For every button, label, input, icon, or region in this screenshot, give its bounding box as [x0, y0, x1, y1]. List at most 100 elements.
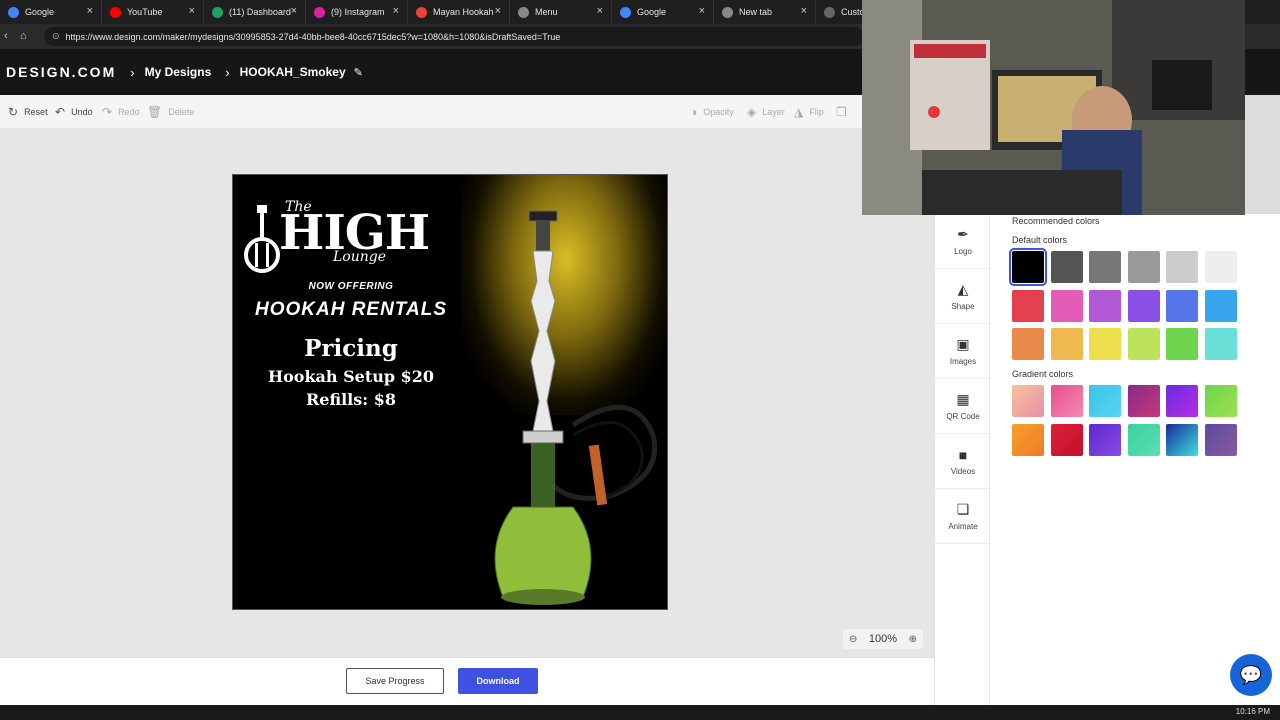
gradient-color-swatch[interactable]	[1089, 423, 1121, 456]
back-icon[interactable]: ‹	[4, 30, 8, 42]
default-color-swatch[interactable]	[1166, 328, 1198, 360]
url-field[interactable]: ⊙ https://www.design.com/maker/mydesigns…	[44, 27, 864, 46]
hookah-image[interactable]	[473, 205, 663, 610]
design-com-logo[interactable]: DESIGN.COM	[6, 64, 116, 80]
close-tab-icon[interactable]: ×	[87, 5, 93, 17]
refills-price-text[interactable]: Refills: $8	[233, 390, 469, 409]
design-canvas[interactable]: The HIGH Lounge NOW OFFERING HOOKAH RENT…	[232, 174, 668, 610]
site-info-icon[interactable]: ⊙	[52, 31, 60, 42]
default-color-swatch[interactable]	[1089, 251, 1121, 283]
browser-tab[interactable]: Google ×	[612, 0, 714, 24]
default-color-swatch[interactable]	[1009, 248, 1047, 286]
setup-price-text[interactable]: Hookah Setup $20	[233, 367, 469, 386]
delete-button[interactable]: 🗑 Delete	[147, 105, 194, 119]
gradient-color-swatch[interactable]	[1050, 423, 1083, 456]
tool-label: Animate	[948, 522, 978, 531]
gradient-color-swatch[interactable]	[1127, 385, 1160, 417]
browser-tab[interactable]: Mayan Hookah ×	[408, 0, 510, 24]
browser-tab-label: Google	[25, 7, 55, 17]
default-color-swatch[interactable]	[1012, 289, 1044, 322]
reset-label: Reset	[24, 107, 48, 117]
gradient-color-swatch[interactable]	[1204, 423, 1237, 456]
default-color-swatch[interactable]	[1050, 251, 1083, 283]
gradient-color-swatch[interactable]	[1012, 385, 1044, 417]
redo-button[interactable]: ↷ Redo	[102, 105, 140, 119]
browser-tab-label: YouTube	[127, 7, 163, 17]
hookah-rentals-text[interactable]: HOOKAH RENTALS	[233, 299, 469, 321]
close-tab-icon[interactable]: ×	[291, 5, 297, 17]
zoom-in-icon[interactable]: ⊕	[909, 634, 917, 645]
zoom-out-icon[interactable]: ⊖	[849, 634, 857, 645]
save-progress-button[interactable]: Save Progress	[346, 668, 444, 694]
default-color-swatch[interactable]	[1204, 251, 1237, 283]
tool-shape[interactable]: ◭ Shape	[935, 269, 991, 324]
default-color-swatch[interactable]	[1127, 289, 1160, 322]
browser-tab[interactable]: Google ×	[0, 0, 102, 24]
close-tab-icon[interactable]: ×	[393, 5, 399, 17]
tool-videos[interactable]: ■ Videos	[935, 434, 991, 489]
instagram-icon	[314, 6, 325, 18]
gradient-color-swatch[interactable]	[1166, 423, 1198, 456]
close-tab-icon[interactable]: ×	[801, 5, 807, 17]
tool-animate[interactable]: ❏ Animate	[935, 489, 991, 544]
chat-bubble-icon: 💬	[1239, 664, 1263, 685]
default-color-swatch[interactable]	[1127, 251, 1160, 283]
default-color-swatch[interactable]	[1050, 289, 1083, 322]
newtab-icon	[722, 6, 733, 18]
editor-toolbar: ↻ Reset ↶ Undo ↷ Redo 🗑 Delete ◑ Opacity…	[0, 95, 862, 129]
gradient-color-swatch[interactable]	[1050, 385, 1083, 417]
design-title[interactable]: HOOKAH_Smokey	[240, 65, 346, 79]
default-colors-heading: Default colors	[1012, 235, 1068, 245]
default-color-swatch[interactable]	[1204, 289, 1237, 322]
close-tab-icon[interactable]: ×	[495, 5, 501, 17]
duplicate-icon: ❐	[836, 105, 847, 119]
clock: 10:16 PM	[1235, 707, 1270, 716]
default-color-swatch[interactable]	[1204, 328, 1237, 360]
browser-tab[interactable]: (11) Dashboard ×	[204, 0, 306, 24]
browser-tab[interactable]: Menu ×	[510, 0, 612, 24]
default-color-swatch[interactable]	[1089, 289, 1121, 322]
opacity-button[interactable]: ◑ Opacity	[690, 105, 734, 119]
reset-button[interactable]: ↻ Reset	[8, 105, 48, 119]
gradient-colors-heading: Gradient colors	[1012, 369, 1074, 379]
zoom-level: 100%	[868, 633, 898, 645]
gradient-color-swatch[interactable]	[1089, 385, 1121, 417]
tool-qr-code[interactable]: ▦ QR Code	[935, 379, 991, 434]
chat-button[interactable]: 💬	[1230, 654, 1272, 696]
browser-tab[interactable]: (9) Instagram ×	[306, 0, 408, 24]
gradient-color-swatch[interactable]	[1166, 385, 1198, 417]
recommended-colors-heading: Recommended colors	[1012, 216, 1100, 226]
duplicate-button[interactable]: ❐	[836, 105, 853, 119]
gradient-color-swatch[interactable]	[1204, 385, 1237, 417]
browser-tab[interactable]: New tab ×	[714, 0, 816, 24]
breadcrumb-my-designs[interactable]: My Designs	[145, 65, 212, 79]
default-color-swatch[interactable]	[1012, 328, 1044, 360]
tool-logo[interactable]: ✒ Logo	[935, 214, 991, 269]
undo-button[interactable]: ↶ Undo	[55, 105, 93, 119]
pricing-text[interactable]: Pricing	[233, 335, 469, 362]
default-color-swatch[interactable]	[1166, 289, 1198, 322]
flip-button[interactable]: ◮ Flip	[794, 105, 824, 119]
default-color-swatch[interactable]	[1166, 251, 1198, 283]
now-offering-text[interactable]: NOW OFFERING	[233, 281, 469, 292]
tool-images[interactable]: ▣ Images	[935, 324, 991, 379]
design-icon	[824, 6, 835, 18]
layer-button[interactable]: ◈ Layer	[747, 105, 785, 119]
gradient-color-swatch[interactable]	[1012, 423, 1044, 456]
close-tab-icon[interactable]: ×	[699, 5, 705, 17]
browser-tab-label: Google	[637, 7, 667, 17]
close-tab-icon[interactable]: ×	[189, 5, 195, 17]
animate-icon: ❏	[956, 501, 970, 517]
browser-tab-label: New tab	[739, 7, 773, 17]
download-button[interactable]: Download	[458, 668, 538, 694]
bottom-bar: Save Progress Download	[0, 657, 934, 705]
default-color-swatch[interactable]	[1127, 328, 1160, 360]
close-tab-icon[interactable]: ×	[597, 5, 603, 17]
default-color-swatch[interactable]	[1089, 328, 1121, 360]
default-color-swatch[interactable]	[1050, 328, 1083, 360]
browser-tab[interactable]: YouTube ×	[102, 0, 204, 24]
gradient-color-swatch[interactable]	[1127, 423, 1160, 456]
brand-logo[interactable]: The HIGH Lounge	[241, 199, 451, 275]
edit-title-icon[interactable]: ✎	[354, 66, 363, 79]
home-icon[interactable]: ⌂	[20, 30, 27, 42]
